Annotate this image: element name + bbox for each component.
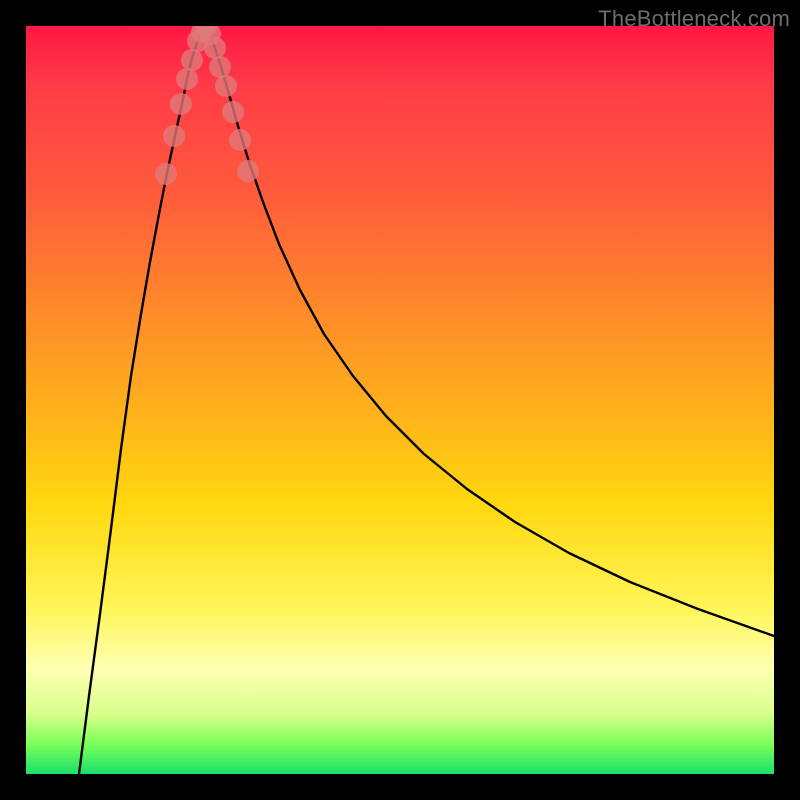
marker-point	[155, 163, 177, 185]
watermark-text: TheBottleneck.com	[598, 6, 790, 32]
marker-point	[209, 56, 231, 78]
marker-point	[222, 101, 244, 123]
marker-point	[215, 75, 237, 97]
marker-point	[163, 125, 185, 147]
marker-point	[204, 37, 226, 59]
chart-svg	[26, 26, 774, 774]
marker-point	[181, 49, 203, 71]
marker-point	[176, 68, 198, 90]
marker-point	[170, 93, 192, 115]
marker-point	[229, 129, 251, 151]
curve-right-branch	[206, 26, 774, 636]
plot-area	[26, 26, 774, 774]
marker-point	[237, 160, 259, 182]
curve-left-branch	[79, 26, 206, 774]
chart-frame: TheBottleneck.com	[0, 0, 800, 800]
